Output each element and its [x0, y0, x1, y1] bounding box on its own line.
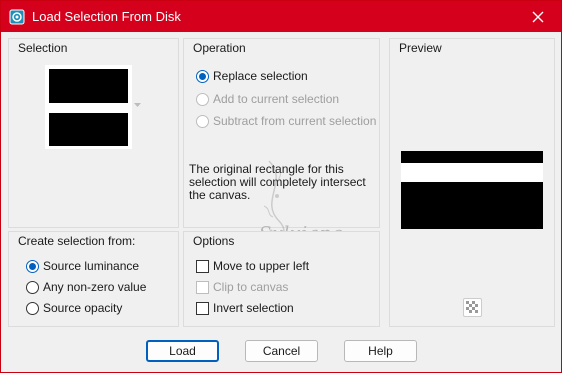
radio-label: Source luminance — [43, 259, 140, 273]
transparency-toggle-button[interactable] — [463, 298, 482, 317]
radio-subtract-from-selection[interactable]: Subtract from current selection — [196, 114, 376, 128]
checkbox-label: Invert selection — [213, 301, 294, 315]
options-group-label: Options — [193, 234, 235, 248]
checkbox[interactable] — [196, 280, 209, 294]
close-icon — [532, 11, 544, 22]
selection-group: Selection — [8, 38, 179, 228]
radio-button[interactable] — [26, 301, 39, 315]
radio-button[interactable] — [196, 69, 209, 83]
checkbox[interactable] — [196, 259, 209, 273]
radio-source-opacity[interactable]: Source opacity — [26, 301, 122, 315]
create-from-group-label: Create selection from: — [18, 234, 136, 248]
radio-button[interactable] — [196, 114, 209, 128]
radio-source-luminance[interactable]: Source luminance — [26, 259, 139, 273]
close-button[interactable] — [515, 1, 561, 32]
cancel-button[interactable]: Cancel — [245, 340, 318, 362]
operation-info-text: The original rectangle for this selectio… — [189, 162, 366, 202]
preview-image — [401, 151, 543, 229]
help-button[interactable]: Help — [344, 340, 417, 362]
radio-button[interactable] — [26, 259, 39, 273]
dropdown-arrow-icon — [134, 103, 141, 107]
selection-group-label: Selection — [18, 41, 68, 55]
selection-thumbnail — [45, 65, 132, 149]
radio-button[interactable] — [26, 280, 39, 294]
app-icon — [9, 9, 25, 25]
checkbox-label: Clip to canvas — [213, 280, 289, 294]
window-title: Load Selection From Disk — [32, 9, 181, 24]
checkbox-invert-selection[interactable]: Invert selection — [196, 301, 294, 315]
radio-label: Replace selection — [213, 69, 308, 83]
preview-group-label: Preview — [399, 41, 442, 55]
radio-any-non-zero[interactable]: Any non-zero value — [26, 280, 146, 294]
checkbox[interactable] — [196, 301, 209, 315]
radio-label: Any non-zero value — [43, 280, 147, 294]
preview-group: Preview — [389, 38, 555, 327]
checkbox-move-to-upper-left[interactable]: Move to upper left — [196, 259, 309, 273]
checkerboard-icon — [466, 301, 479, 314]
dialog-window: Load Selection From Disk Selection Opera… — [0, 0, 562, 373]
radio-label: Add to current selection — [213, 92, 340, 106]
radio-label: Subtract from current selection — [213, 114, 377, 128]
checkbox-label: Move to upper left — [213, 259, 310, 273]
radio-button[interactable] — [196, 92, 209, 106]
checkbox-clip-to-canvas[interactable]: Clip to canvas — [196, 280, 288, 294]
operation-group-label: Operation — [193, 41, 246, 55]
radio-replace-selection[interactable]: Replace selection — [196, 69, 308, 83]
load-button[interactable]: Load — [146, 340, 219, 362]
title-bar: Load Selection From Disk — [1, 1, 561, 32]
radio-label: Source opacity — [43, 301, 123, 315]
radio-add-to-selection[interactable]: Add to current selection — [196, 92, 339, 106]
selection-thumbnail-dropdown[interactable] — [45, 65, 141, 149]
